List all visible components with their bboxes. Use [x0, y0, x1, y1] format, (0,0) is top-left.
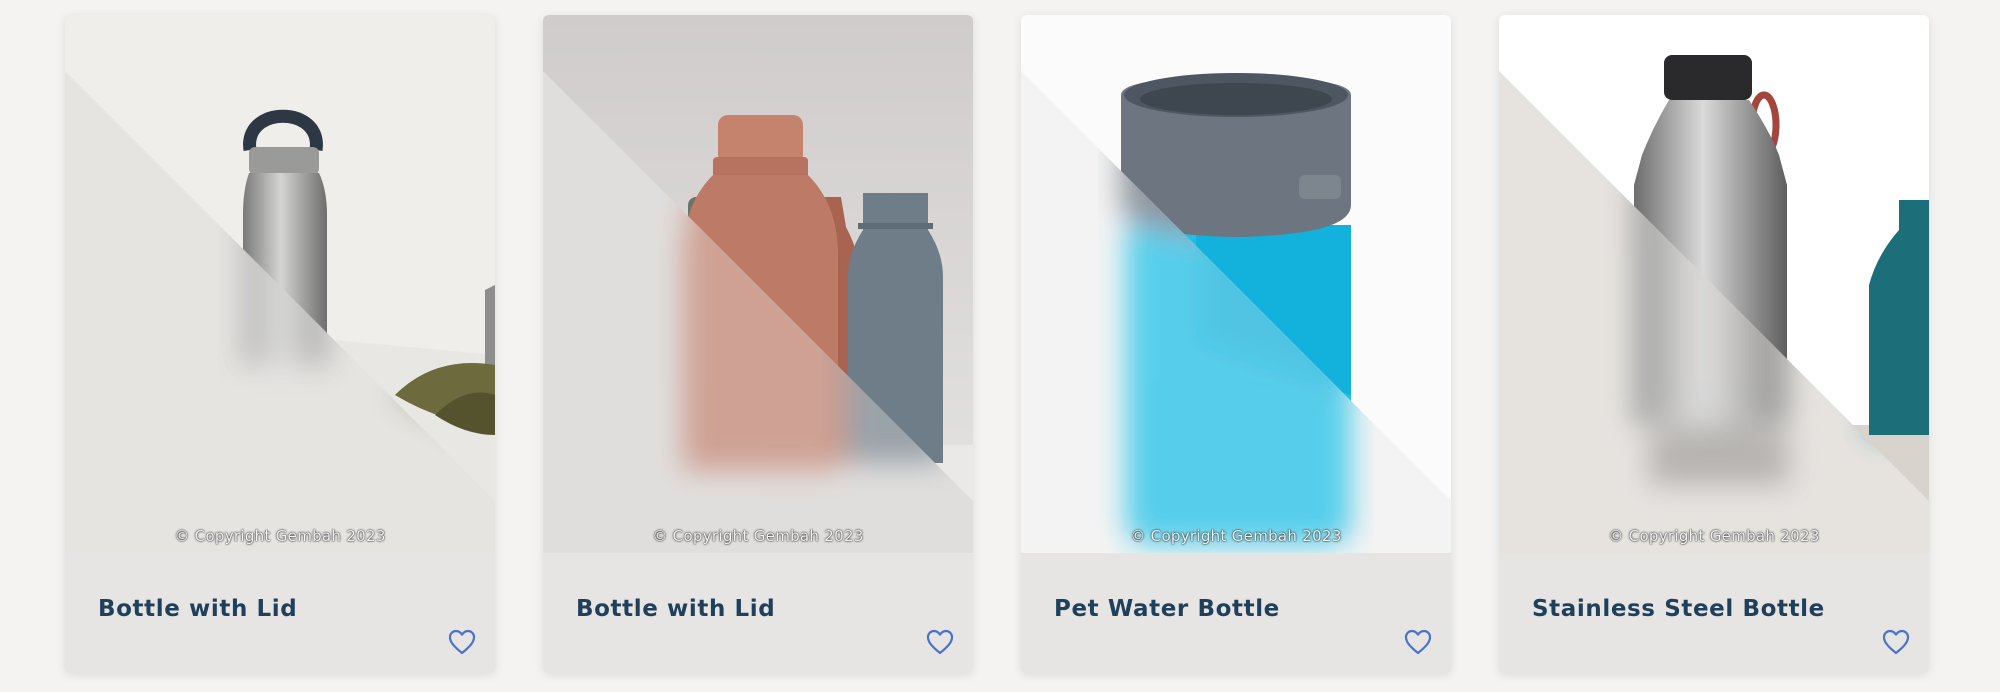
- product-image[interactable]: © Copyright Gembah 2023: [543, 15, 973, 553]
- heart-outline-icon[interactable]: [1882, 629, 1910, 655]
- copyright-watermark: © Copyright Gembah 2023: [1130, 527, 1342, 545]
- product-image[interactable]: © Copyright Gembah 2023: [65, 15, 495, 553]
- product-title[interactable]: Pet Water Bottle: [1054, 596, 1280, 622]
- product-info: Bottle with Lid: [543, 553, 973, 673]
- heart-outline-icon[interactable]: [1404, 629, 1432, 655]
- product-card[interactable]: © Copyright Gembah 2023 Pet Water Bottle: [1021, 15, 1451, 673]
- product-info: Stainless Steel Bottle: [1499, 553, 1929, 673]
- product-card[interactable]: © Copyright Gembah 2023 Bottle with Lid: [65, 15, 495, 673]
- product-title[interactable]: Bottle with Lid: [576, 596, 775, 622]
- heart-outline-icon[interactable]: [448, 629, 476, 655]
- product-card[interactable]: © Copyright Gembah 2023 Stainless Steel …: [1499, 15, 1929, 673]
- copyright-watermark: © Copyright Gembah 2023: [1608, 527, 1820, 545]
- copyright-watermark: © Copyright Gembah 2023: [174, 527, 386, 545]
- product-title[interactable]: Bottle with Lid: [98, 596, 297, 622]
- product-image[interactable]: © Copyright Gembah 2023: [1499, 15, 1929, 553]
- copyright-watermark: © Copyright Gembah 2023: [652, 527, 864, 545]
- product-grid: © Copyright Gembah 2023 Bottle with Lid: [65, 15, 1929, 673]
- product-image[interactable]: © Copyright Gembah 2023: [1021, 15, 1451, 553]
- product-title[interactable]: Stainless Steel Bottle: [1532, 596, 1825, 622]
- product-info: Bottle with Lid: [65, 553, 495, 673]
- heart-outline-icon[interactable]: [926, 629, 954, 655]
- product-info: Pet Water Bottle: [1021, 553, 1451, 673]
- product-card[interactable]: © Copyright Gembah 2023 Bottle with Lid: [543, 15, 973, 673]
